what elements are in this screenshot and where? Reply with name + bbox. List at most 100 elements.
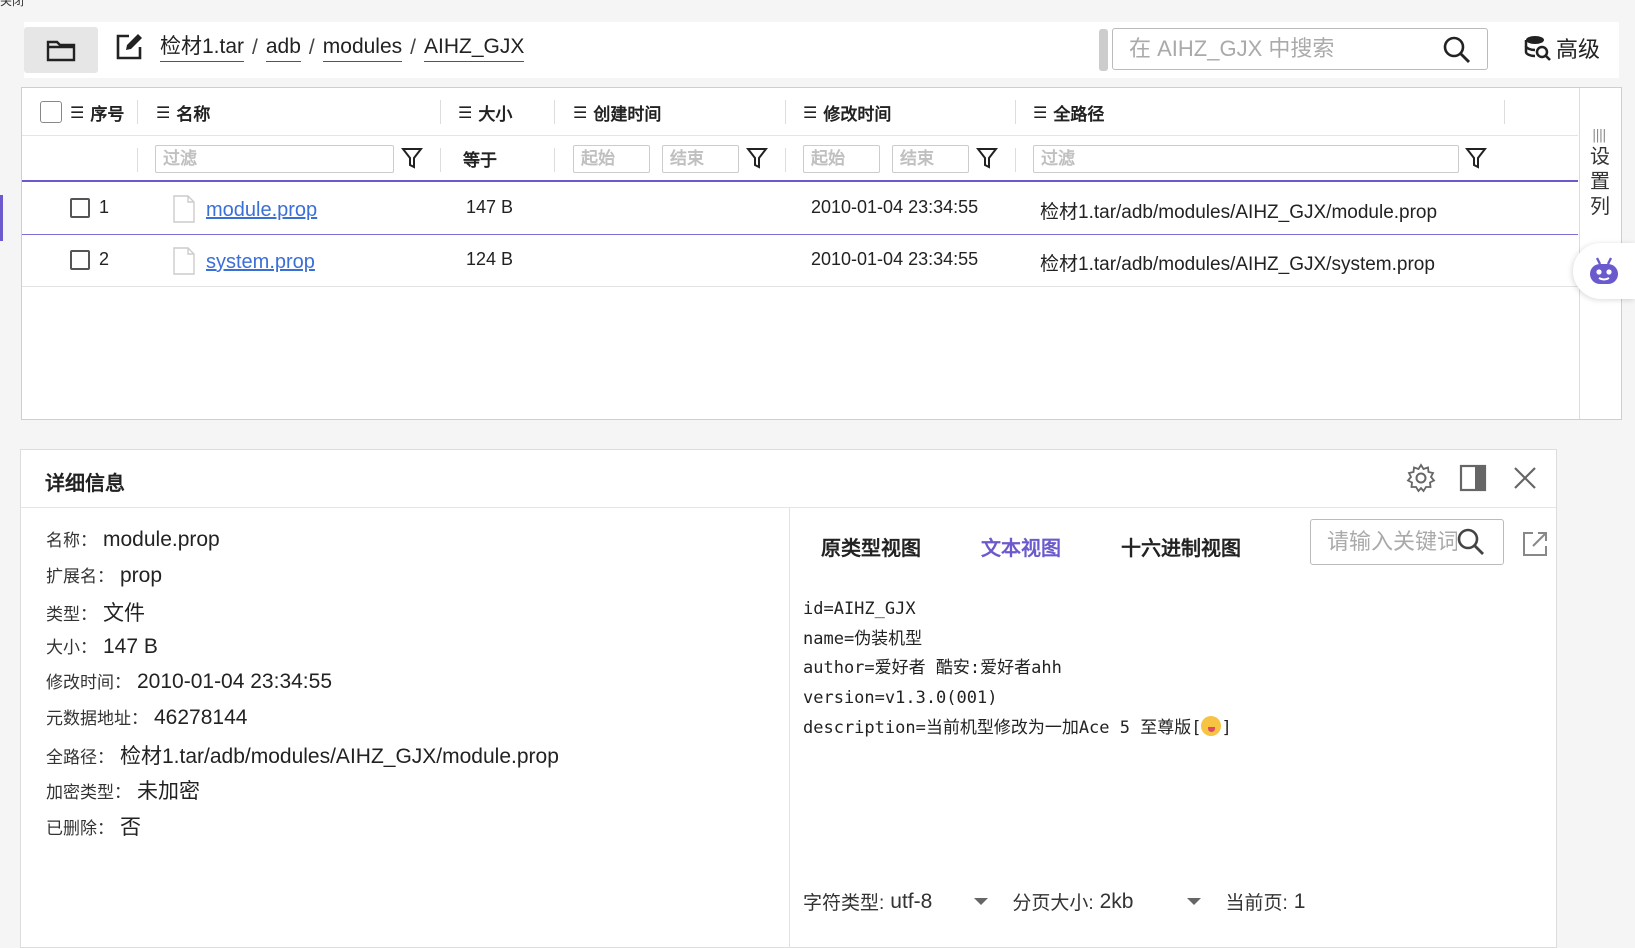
- property-value: 文件: [103, 602, 145, 626]
- column-divider[interactable]: [785, 100, 786, 124]
- detail-header-actions: [1406, 463, 1540, 493]
- current-page-value[interactable]: 1: [1294, 890, 1306, 914]
- file-name-link[interactable]: system.prop: [206, 251, 315, 274]
- tab-hex-view[interactable]: 十六进制视图: [1121, 532, 1241, 561]
- file-modified-time: 2010-01-04 23:34:55: [811, 249, 979, 269]
- app-root: 关闭 检材1.tar / adb / modules / AIHZ_GJX 高级: [0, 0, 1635, 948]
- property-key: 已删除：: [46, 818, 114, 839]
- table-header: ☰ 序号 ☰ 名称 ☰ 大小 ☰ 创建时间 ☰ 修改时间 ☰ 全路径: [22, 88, 1578, 136]
- edit-icon: [116, 34, 142, 60]
- size-filter-mode[interactable]: 等于: [463, 146, 497, 171]
- split-panel-icon[interactable]: [1458, 463, 1488, 493]
- breadcrumb-item[interactable]: modules: [322, 34, 403, 62]
- header-name[interactable]: ☰ 名称: [156, 88, 210, 136]
- header-created[interactable]: ☰ 创建时间: [573, 88, 661, 136]
- tab-raw-view[interactable]: 原类型视图: [821, 532, 921, 561]
- header-size[interactable]: ☰ 大小: [458, 88, 512, 136]
- current-page-label: 当前页:: [1225, 893, 1288, 914]
- name-filter-input[interactable]: 过滤: [155, 145, 394, 173]
- pagesize-select[interactable]: 2kb: [1100, 890, 1134, 914]
- property-value: 否: [120, 815, 141, 839]
- close-icon[interactable]: [1510, 463, 1540, 493]
- advanced-label: 高级: [1556, 38, 1601, 63]
- column-divider[interactable]: [1015, 100, 1016, 124]
- file-full-path: 检材1.tar/adb/modules/AIHZ_GJX/system.prop: [1040, 254, 1435, 275]
- edit-path-button[interactable]: [114, 32, 144, 62]
- breadcrumb-item[interactable]: adb: [265, 34, 301, 62]
- file-full-path: 检材1.tar/adb/modules/AIHZ_GJX/module.prop: [1040, 202, 1438, 223]
- search-icon[interactable]: [1443, 36, 1471, 64]
- modified-start-input[interactable]: 起始: [803, 145, 880, 173]
- select-all-checkbox[interactable]: [40, 101, 62, 123]
- property-key: 修改时间：: [46, 673, 131, 694]
- breadcrumb-item[interactable]: 检材1.tar: [160, 34, 245, 62]
- chevron-down-icon[interactable]: [1187, 898, 1202, 905]
- filter-icon[interactable]: [1465, 146, 1487, 170]
- filter-icon[interactable]: [976, 146, 998, 170]
- column-divider[interactable]: [440, 100, 441, 124]
- property-row: 名称： module.prop: [46, 526, 786, 562]
- breadcrumb: 检材1.tar / adb / modules / AIHZ_GJX: [160, 34, 525, 62]
- filter-icon[interactable]: [746, 146, 768, 170]
- breadcrumb-item[interactable]: AIHZ_GJX: [424, 34, 525, 62]
- robot-icon: [1590, 257, 1618, 284]
- header-index[interactable]: ☰ 序号: [40, 88, 124, 136]
- folder-button[interactable]: [24, 27, 98, 73]
- header-path-label: 全路径: [1053, 104, 1105, 125]
- property-value: 2010-01-04 23:34:55: [137, 670, 332, 694]
- filter-icon[interactable]: [401, 146, 423, 170]
- modified-end-input[interactable]: 结束: [892, 145, 969, 173]
- row-checkbox[interactable]: [70, 250, 90, 270]
- charset-select[interactable]: utf-8: [890, 890, 932, 914]
- breadcrumb-separator: /: [410, 36, 416, 59]
- content-line: name=伪装机型: [803, 628, 923, 649]
- property-key: 全路径：: [46, 747, 114, 768]
- created-start-input[interactable]: 起始: [573, 145, 650, 173]
- list-icon: ☰: [156, 102, 171, 122]
- chevron-down-icon[interactable]: [974, 898, 989, 905]
- open-external-icon[interactable]: [1521, 530, 1549, 558]
- toolbar-scroll-handle[interactable]: [1099, 29, 1108, 71]
- column-divider: [440, 148, 441, 172]
- file-size: 147 B: [466, 197, 514, 217]
- header-name-label: 名称: [176, 104, 211, 125]
- assistant-button[interactable]: [1573, 243, 1635, 299]
- advanced-search-button[interactable]: 高级: [1524, 32, 1600, 64]
- keyword-input[interactable]: [1327, 520, 1457, 564]
- gear-icon[interactable]: [1406, 463, 1436, 493]
- property-row: 扩展名： prop: [46, 562, 786, 598]
- folder-icon: [46, 40, 76, 62]
- view-tabs: 原类型视图 文本视图 十六进制视图: [821, 532, 1301, 561]
- list-icon: ☰: [458, 102, 473, 122]
- file-table: ☰ 序号 ☰ 名称 ☰ 大小 ☰ 创建时间 ☰ 修改时间 ☰ 全路径 过滤 等于 起始 结…: [21, 87, 1622, 420]
- panel-divider[interactable]: [789, 508, 790, 948]
- property-value: 46278144: [154, 705, 248, 729]
- path-filter-input[interactable]: 过滤: [1033, 145, 1459, 173]
- property-key: 大小：: [46, 637, 97, 658]
- column-divider[interactable]: [554, 100, 555, 124]
- created-end-input[interactable]: 结束: [662, 145, 739, 173]
- file-name-link[interactable]: module.prop: [206, 199, 317, 222]
- filter-row: 过滤 等于 起始 结束 起始 结束 过滤: [22, 136, 1578, 182]
- header-index-label: 序号: [90, 104, 125, 125]
- close-label-cut[interactable]: 关闭: [0, 0, 24, 10]
- property-row: 加密类型： 未加密: [46, 775, 786, 811]
- column-divider[interactable]: [137, 100, 138, 124]
- table-row[interactable]: 2 system.prop 124 B 2010-01-04 23:34:55 …: [22, 235, 1578, 287]
- row-checkbox[interactable]: [70, 198, 90, 218]
- column-divider: [785, 148, 786, 172]
- search-input[interactable]: [1129, 29, 1429, 69]
- toolbar: 检材1.tar / adb / modules / AIHZ_GJX 高级: [24, 22, 1619, 78]
- text-content[interactable]: id=AIHZ_GJX name=伪装机型 author=爱好者 酷安:爱好者ahh…: [803, 595, 1232, 744]
- property-value: 未加密: [137, 780, 200, 804]
- table-row[interactable]: 1 module.prop 147 B 2010-01-04 23:34:55 …: [22, 183, 1578, 235]
- charset-label: 字符类型:: [803, 893, 885, 914]
- header-modified[interactable]: ☰ 修改时间: [803, 88, 891, 136]
- row-index: 2: [99, 249, 110, 269]
- search-icon[interactable]: [1457, 528, 1485, 556]
- tab-text-view[interactable]: 文本视图: [981, 532, 1061, 561]
- header-size-label: 大小: [478, 104, 513, 125]
- property-row: 已删除： 否: [46, 811, 786, 847]
- column-divider[interactable]: [1504, 100, 1505, 124]
- header-path[interactable]: ☰ 全路径: [1033, 88, 1104, 136]
